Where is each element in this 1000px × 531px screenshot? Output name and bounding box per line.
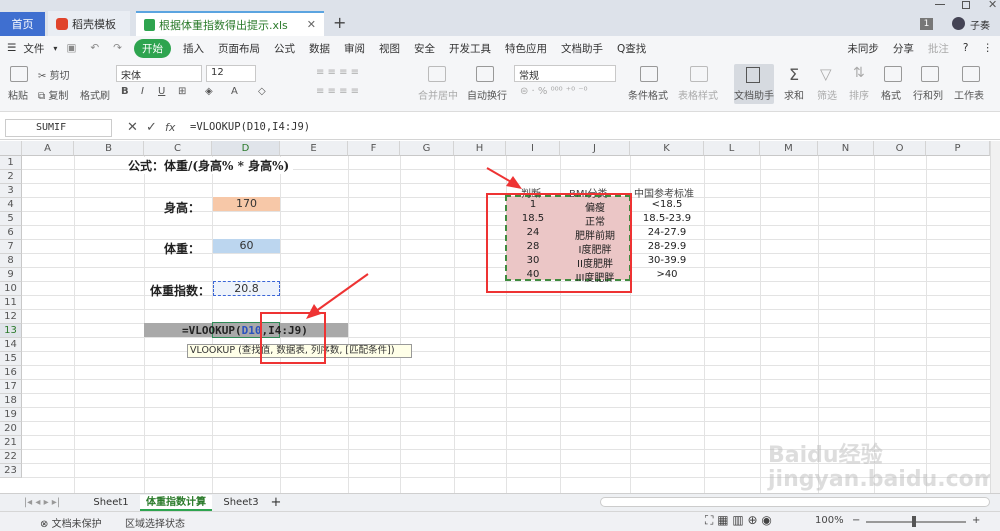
sheet-tab-sheet3[interactable]: Sheet3 <box>218 495 264 511</box>
zoom-level[interactable]: 100% <box>815 515 844 526</box>
watermark: Baidu经验 jingyan.baidu.com <box>768 443 997 492</box>
vertical-scrollbar[interactable] <box>990 141 1000 493</box>
zoom-slider-thumb[interactable] <box>912 516 916 527</box>
protect-status[interactable]: ⊗ 文档未保护 <box>40 515 102 530</box>
sheet-nav-arrows[interactable]: |◂ ◂ ▸ ▸| <box>8 495 76 511</box>
view-mode-icons[interactable]: ⛶ ▦ ▥ ⊕ ◉ <box>705 513 772 528</box>
add-sheet-button[interactable]: + <box>268 495 284 511</box>
selection-status: 区域选择状态 <box>125 519 185 530</box>
horizontal-scrollbar[interactable] <box>600 497 990 507</box>
shield-icon: ⊗ <box>40 519 49 530</box>
zoom-out-icon[interactable]: − <box>852 515 860 526</box>
zoom-in-icon[interactable]: + <box>972 515 980 526</box>
zoom-slider[interactable] <box>866 521 966 523</box>
protect-label: 文档未保护 <box>51 519 102 530</box>
sheet-tab-bmi[interactable]: 体重指数计算 <box>140 495 212 511</box>
sheet-tab-sheet1[interactable]: Sheet1 <box>88 495 134 511</box>
